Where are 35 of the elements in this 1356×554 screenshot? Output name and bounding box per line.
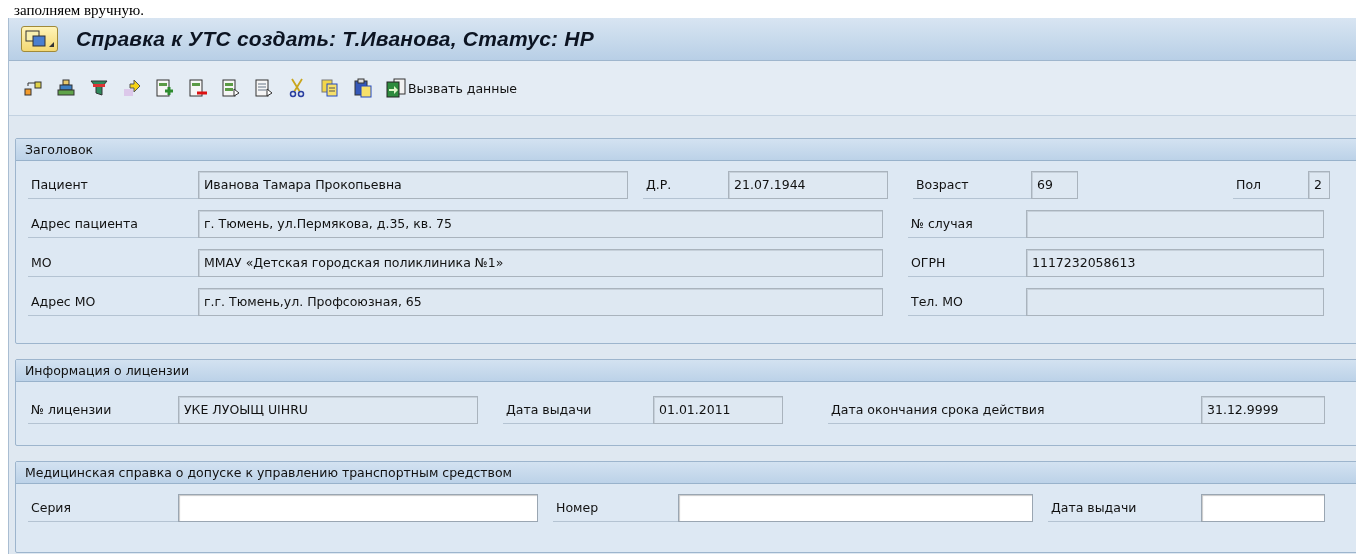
input-field[interactable] (178, 494, 538, 522)
toolbar-button[interactable] (122, 78, 142, 98)
toolbar-button[interactable] (23, 78, 43, 98)
menu-button[interactable] (21, 26, 58, 52)
filter-icon (89, 78, 109, 98)
table-icon (221, 78, 241, 98)
toolbar-button[interactable] (89, 78, 109, 98)
toolbar-button[interactable] (188, 78, 208, 98)
toolbar-button[interactable] (221, 78, 241, 98)
toolbar-button[interactable] (254, 78, 274, 98)
input-field[interactable] (1201, 494, 1325, 522)
document-text: заполняем вручную. (14, 2, 144, 18)
group-title: Заголовок (16, 139, 1356, 161)
scissors-icon (287, 78, 307, 98)
clipboard-icon (353, 78, 373, 98)
document-icon (254, 78, 274, 98)
input-field[interactable] (678, 494, 1033, 522)
toolbar-button[interactable] (56, 78, 76, 98)
window-title: Справка к УТС создать: Т.Иванова, Статус: НР (76, 27, 594, 51)
copy-icon (320, 78, 340, 98)
table-plus-icon (155, 78, 175, 98)
fetch-data-button[interactable]: Вызвать данные (386, 78, 517, 98)
chat-icon (25, 30, 47, 48)
hierarchy-icon (23, 78, 43, 98)
table-minus-icon (188, 78, 208, 98)
field-label: Дата окончания срока действия (828, 396, 1201, 424)
import-icon (386, 78, 406, 98)
toolbar-button[interactable] (287, 78, 307, 98)
group-title: Информация о лицензии (16, 360, 1356, 382)
toolbar-button[interactable] (155, 78, 175, 98)
arrow-icon (122, 78, 142, 98)
stack-icon (56, 78, 76, 98)
group-title: Медицинская справка о допуске к управлению транспортным средством (16, 462, 1356, 484)
caret-icon (49, 42, 54, 47)
toolbar-button[interactable] (353, 78, 373, 98)
